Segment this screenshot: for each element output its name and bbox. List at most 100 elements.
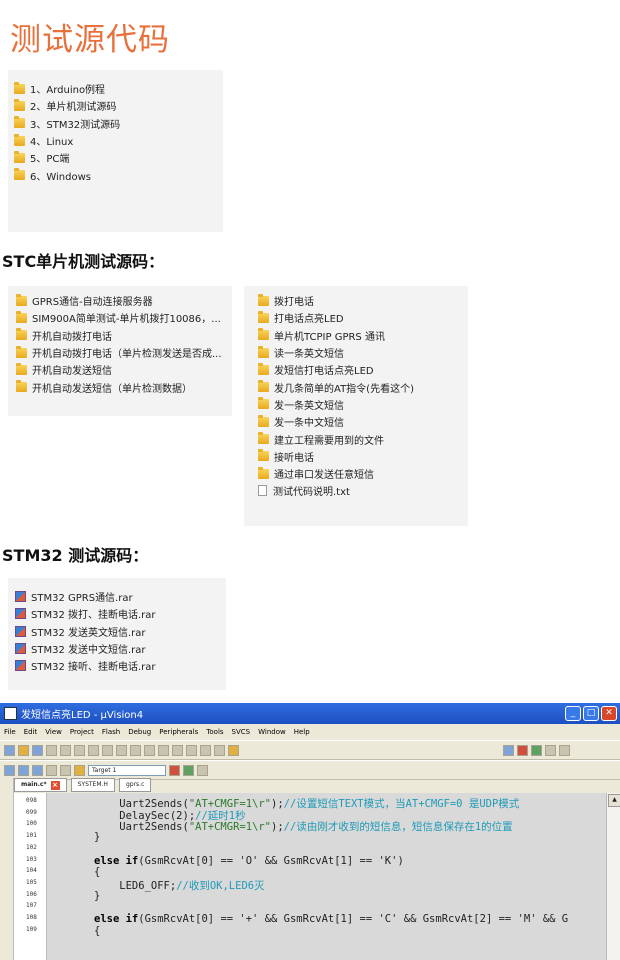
close-button[interactable]: ✕ [601, 706, 617, 721]
find-icon[interactable] [503, 744, 514, 756]
nav-back-icon[interactable] [130, 744, 141, 756]
save-icon[interactable] [32, 744, 43, 756]
archive-item[interactable]: STM32 拨打、挂断电话.rar [15, 605, 226, 622]
folder-item-label: 打电话点亮LED [274, 314, 344, 326]
cut-icon[interactable] [60, 744, 71, 756]
redo-icon[interactable] [116, 744, 127, 756]
menu-peripherals[interactable]: Peripherals [159, 728, 198, 736]
archive-icon [15, 608, 26, 620]
folder-icon [14, 133, 25, 146]
menu-help[interactable]: Help [294, 728, 310, 736]
menu-tools[interactable]: Tools [206, 728, 223, 736]
folder-item[interactable]: 发几条简单的AT指令(先看这个) [258, 378, 468, 395]
archive-item[interactable]: STM32 GPRS通信.rar [15, 588, 226, 605]
folder-icon [258, 345, 269, 358]
nav-forward-icon[interactable] [144, 744, 155, 756]
open-folder-icon[interactable] [18, 744, 29, 756]
folder-item-label: 5、PC端 [30, 154, 70, 166]
folder-item[interactable]: 开机自动拨打电话 [16, 327, 232, 344]
insert-breakpoint-icon[interactable] [531, 744, 542, 756]
indent-icon[interactable] [200, 744, 211, 756]
folder-item[interactable]: 1、Arduino例程 [14, 80, 223, 97]
bookmark-icon[interactable] [158, 744, 169, 756]
folder-item[interactable]: 4、Linux [14, 132, 223, 149]
stop-build-icon[interactable] [60, 764, 71, 776]
editor-tab[interactable]: gprs.c [118, 778, 152, 792]
scroll-up-icon[interactable]: ▲ [608, 794, 620, 807]
folder-item[interactable]: 开机自动发送短信 [16, 361, 232, 378]
file-extensions-icon[interactable] [197, 764, 208, 776]
copy-icon[interactable] [74, 744, 85, 756]
rebuild-icon[interactable] [32, 764, 43, 776]
folder-icon [258, 466, 269, 479]
editor-tab[interactable]: main.c* × [14, 778, 67, 792]
project-side-strip[interactable] [0, 778, 14, 960]
menu-view[interactable]: View [45, 728, 62, 736]
folder-item[interactable]: 发一条英文短信 [258, 396, 468, 413]
minimize-button[interactable]: _ [565, 706, 581, 721]
folder-item[interactable]: 6、Windows [14, 166, 223, 183]
menu-debug[interactable]: Debug [128, 728, 151, 736]
stc-right-panel: 拨打电话打电话点亮LED 单片机TCPIP GPRS 通讯 读一条英文短信 发短信打电… [244, 286, 468, 526]
paste-icon[interactable] [88, 744, 99, 756]
menu-window[interactable]: Window [258, 728, 286, 736]
file-item[interactable]: 测试代码说明.txt [258, 482, 468, 499]
code-editor[interactable]: 098 Uart2Sends("AT+CMGF=1\r");//设置短信TEXT… [14, 793, 606, 960]
folder-item[interactable]: 开机自动发送短信（单片检测数据） [16, 378, 232, 395]
folder-item[interactable]: 发一条中文短信 [258, 413, 468, 430]
folder-item[interactable]: GPRS通信-自动连接服务器 [16, 292, 232, 309]
folder-item[interactable]: 3、STM32测试源码 [14, 115, 223, 132]
folder-icon [16, 362, 27, 375]
menu-flash[interactable]: Flash [102, 728, 120, 736]
archive-item[interactable]: STM32 接听、挂断电话.rar [15, 657, 226, 674]
folder-item[interactable]: 2、单片机测试源码 [14, 97, 223, 114]
bookmark-next-icon[interactable] [186, 744, 197, 756]
maximize-button[interactable]: □ [583, 706, 599, 721]
download-icon[interactable] [74, 764, 85, 776]
archive-item[interactable]: STM32 发送中文短信.rar [15, 640, 226, 657]
folder-icon [16, 328, 27, 341]
code-line: 109 { [14, 925, 606, 937]
window-icon[interactable] [545, 744, 556, 756]
close-tab-icon[interactable]: × [50, 780, 60, 790]
target-options-icon[interactable] [169, 764, 180, 776]
folder-item[interactable]: 开机自动拨打电话（单片检测发送是否成... [16, 344, 232, 361]
code-text: } [94, 831, 101, 844]
folder-item[interactable]: SIM900A简单测试-单片机拨打10086，... [16, 309, 232, 326]
folder-item[interactable]: 拨打电话 [258, 292, 468, 309]
folder-item[interactable]: 建立工程需要用到的文件 [258, 430, 468, 447]
editor-scrollbar[interactable]: ▲ [606, 793, 620, 960]
target-select[interactable]: Target 1 [88, 764, 166, 776]
folder-item[interactable]: 接听电话 [258, 448, 468, 465]
menu-svcs[interactable]: SVCS [232, 728, 251, 736]
folder-icon [16, 310, 27, 323]
new-file-icon[interactable] [4, 744, 15, 756]
config-icon[interactable] [559, 744, 570, 756]
batch-build-icon[interactable] [46, 764, 57, 776]
folder-item[interactable]: 单片机TCPIP GPRS 通讯 [258, 327, 468, 344]
menu-file[interactable]: File [4, 728, 16, 736]
build-icon[interactable] [18, 764, 29, 776]
archive-item[interactable]: STM32 发送英文短信.rar [15, 623, 226, 640]
undo-icon[interactable] [102, 744, 113, 756]
translate-icon[interactable] [4, 764, 15, 776]
find-in-files-icon[interactable] [228, 744, 239, 756]
menu-edit[interactable]: Edit [24, 728, 38, 736]
debug-icon[interactable] [517, 744, 528, 756]
folder-icon [14, 81, 25, 94]
archive-item-label: STM32 拨打、挂断电话.rar [31, 610, 156, 622]
folder-item[interactable]: 发短信打电话点亮LED [258, 361, 468, 378]
folder-icon [16, 293, 27, 306]
folder-item[interactable]: 打电话点亮LED [258, 309, 468, 326]
menu-project[interactable]: Project [70, 728, 94, 736]
save-all-icon[interactable] [46, 744, 57, 756]
outdent-icon[interactable] [214, 744, 225, 756]
code-text: else if(GsmRcvAt[0] == '+' && GsmRcvAt[1… [94, 913, 569, 925]
manage-components-icon[interactable] [183, 764, 194, 776]
toolbar-1 [0, 740, 620, 760]
folder-item[interactable]: 读一条英文短信 [258, 344, 468, 361]
bookmark-prev-icon[interactable] [172, 744, 183, 756]
folder-item[interactable]: 5、PC端 [14, 149, 223, 166]
folder-item[interactable]: 通过串口发送任意短信 [258, 465, 468, 482]
editor-tab[interactable]: SYSTEM.H [70, 778, 115, 792]
